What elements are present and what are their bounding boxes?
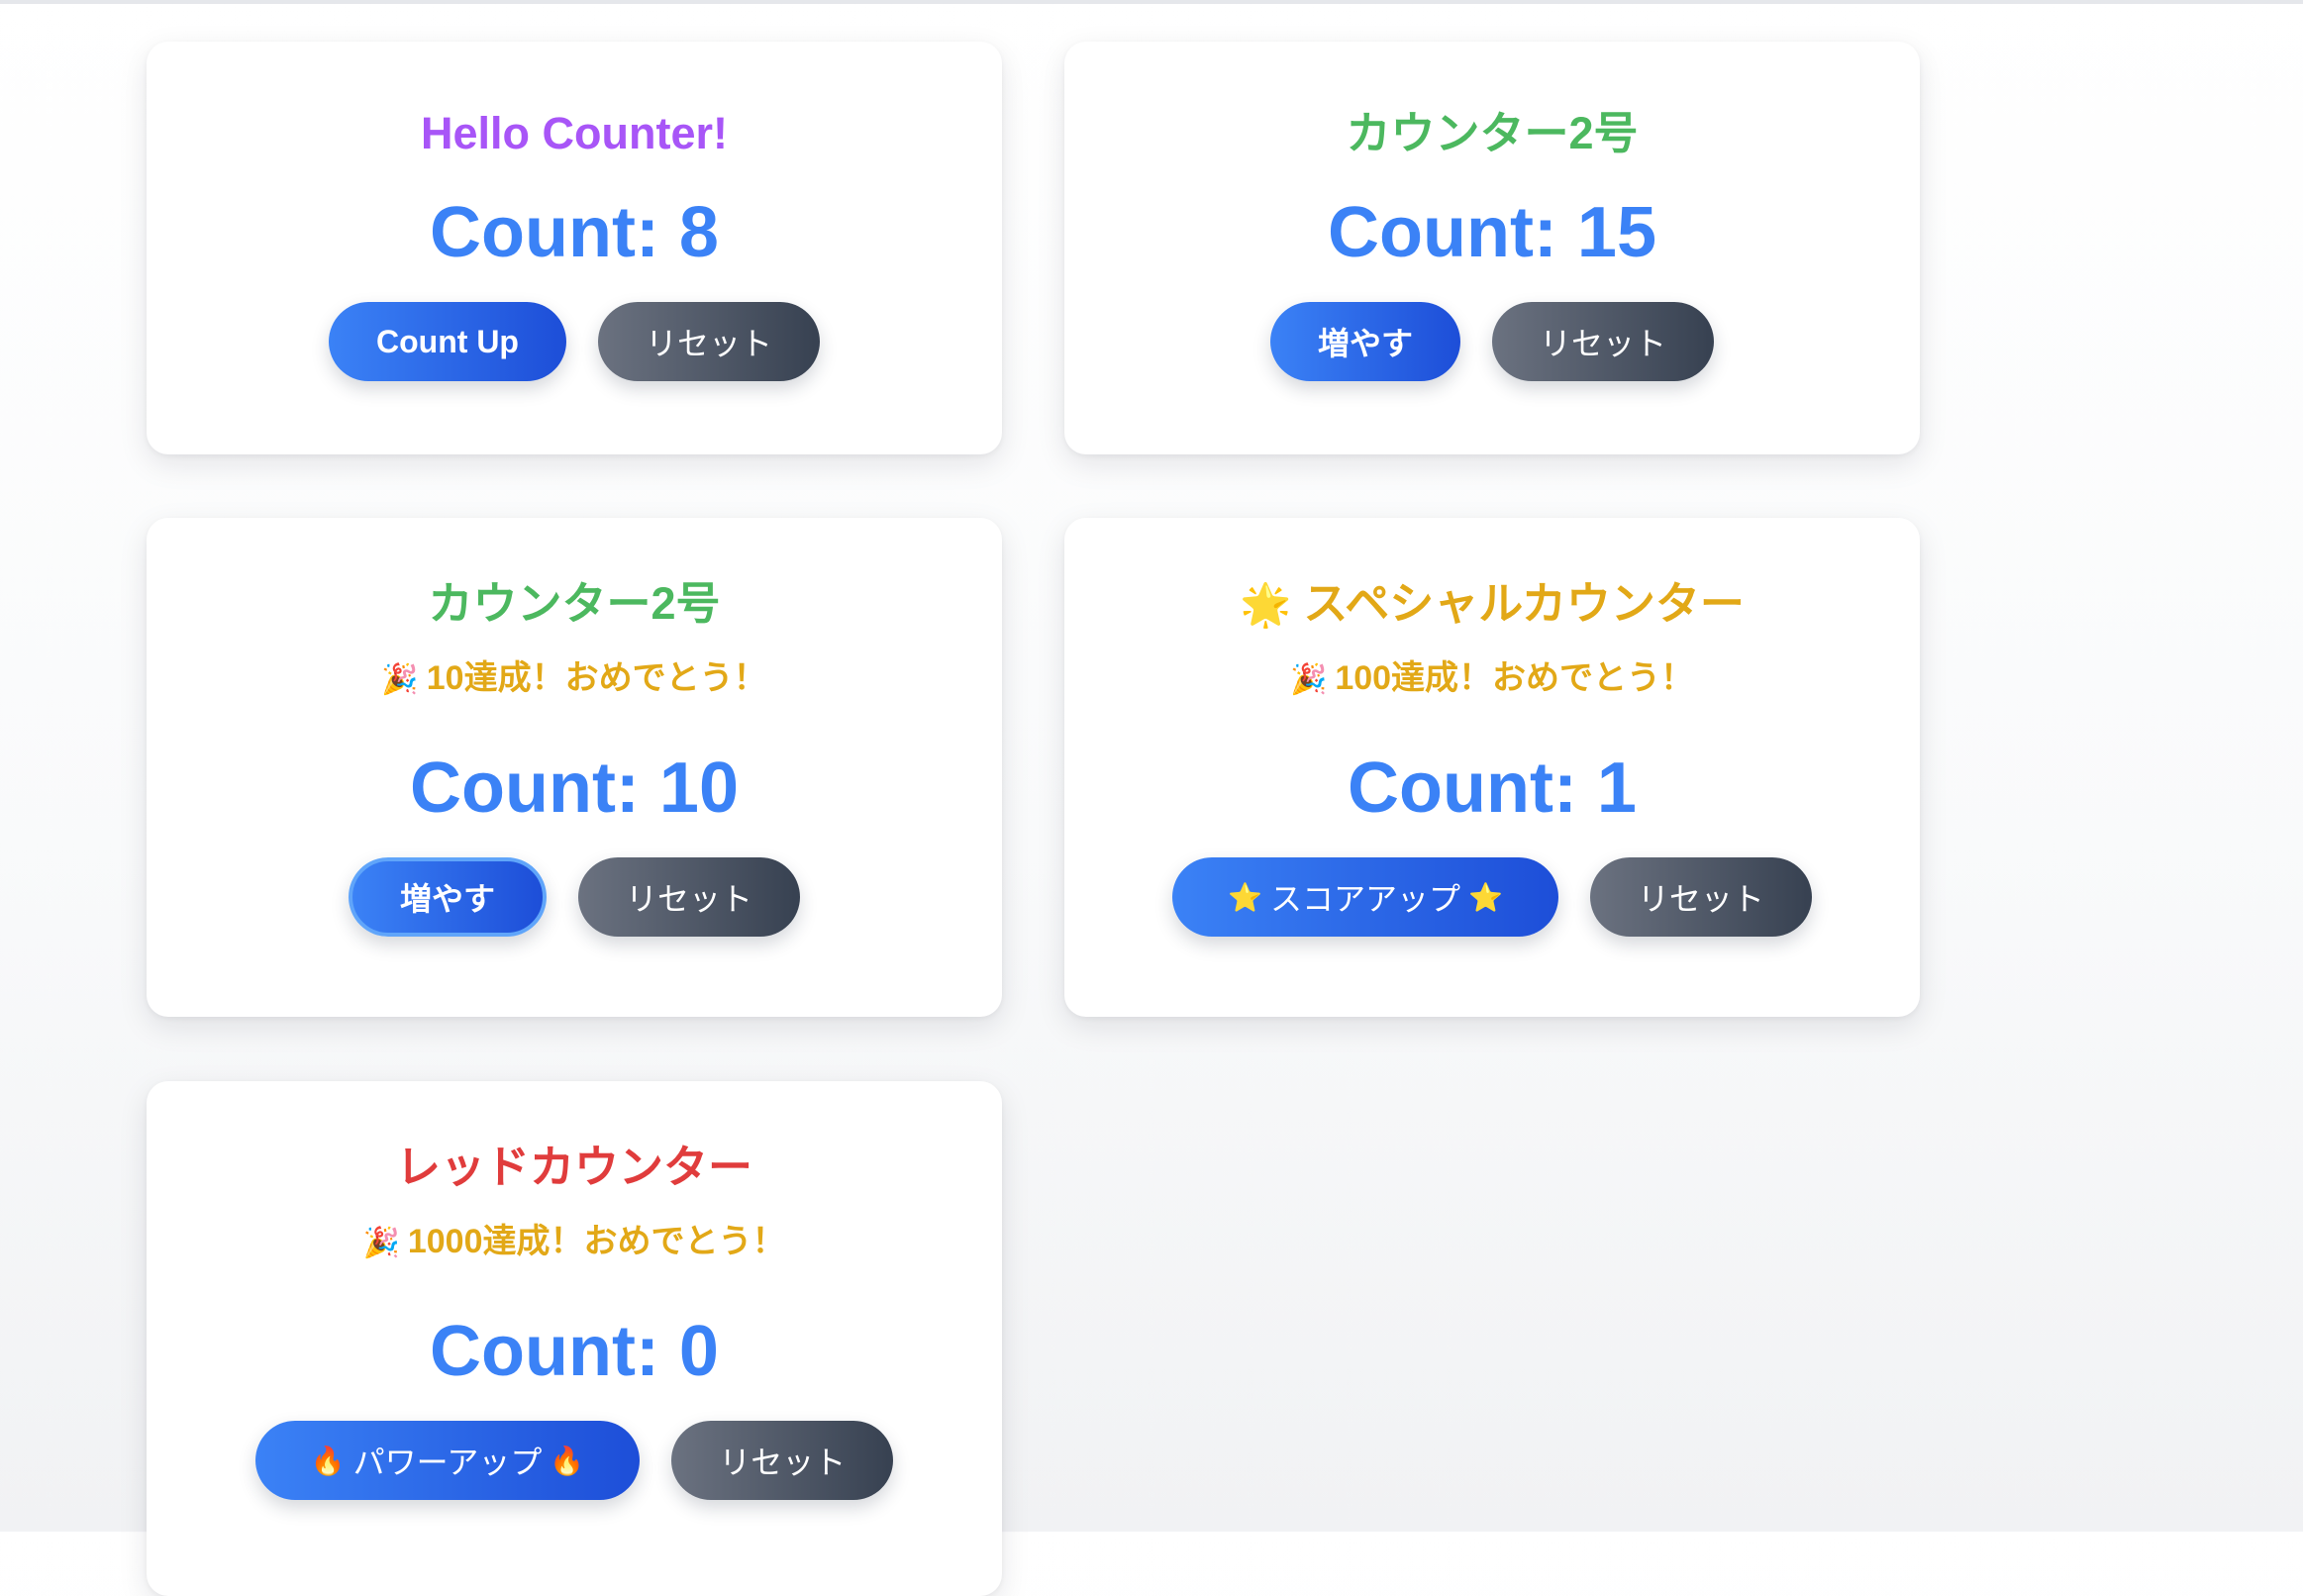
count-display: Count: 0 <box>430 1312 719 1391</box>
fire-icon: 🔥 <box>550 1445 585 1476</box>
milestone-text: 1000達成！おめでとう！ <box>407 1223 786 1260</box>
button-row: 🔥 パワーアップ 🔥 リセット <box>254 1421 894 1500</box>
counter-card-2: カウンター2号 Count: 15 増やす リセット <box>1064 42 1920 454</box>
count-display: Count: 10 <box>410 748 739 828</box>
count-up-button[interactable]: Count Up <box>329 302 566 381</box>
star-icon: ⭐ <box>1468 881 1503 913</box>
counter-title: レッドカウンター <box>395 1142 752 1192</box>
counter-title: カウンター2号 <box>428 578 721 629</box>
star-icon: ⭐ <box>1228 881 1262 913</box>
counter-title-row: 🌟 スペシャルカウンター <box>1240 581 1745 626</box>
count-display: Count: 1 <box>1348 748 1637 828</box>
reset-button[interactable]: リセット <box>1589 857 1812 937</box>
fire-icon: 🔥 <box>310 1445 346 1476</box>
reset-button[interactable]: リセット <box>671 1421 894 1500</box>
button-row: 増やす リセット <box>348 857 801 937</box>
increment-button[interactable]: 増やす <box>348 857 547 937</box>
increment-button[interactable]: 増やす <box>1269 302 1460 381</box>
counter-title: Hello Counter! <box>421 108 728 158</box>
party-popper-icon: 🎉 <box>362 1227 400 1259</box>
power-up-button[interactable]: 🔥 パワーアップ 🔥 <box>254 1421 641 1500</box>
milestone-message: 🎉 10達成！おめでとう！ <box>381 661 766 695</box>
count-display: Count: 8 <box>430 193 719 272</box>
milestone-message: 🎉 1000達成！おめでとう！ <box>363 1225 786 1258</box>
button-row: Count Up リセット <box>329 302 820 381</box>
button-row: ⭐ スコアアップ ⭐ リセット <box>1172 857 1812 937</box>
score-up-label: スコアアップ <box>1269 881 1460 917</box>
counter-card-hello: Hello Counter! Count: 8 Count Up リセット <box>147 42 1002 454</box>
counter-card-special: 🌟 スペシャルカウンター 🎉 100達成！おめでとう！ Count: 1 ⭐ スコアア… <box>1064 518 1920 1017</box>
reset-button[interactable]: リセット <box>578 857 801 937</box>
party-popper-icon: 🎉 <box>1289 663 1328 696</box>
counter-card-2-milestone: カウンター2号 🎉 10達成！おめでとう！ Count: 10 増やす リセット <box>147 518 1002 1017</box>
count-display: Count: 15 <box>1328 193 1656 272</box>
power-up-label: パワーアップ <box>352 1445 543 1480</box>
counter-card-red: レッドカウンター 🎉 1000達成！おめでとう！ Count: 0 🔥 パワーアップ… <box>147 1081 1002 1596</box>
score-up-button[interactable]: ⭐ スコアアップ ⭐ <box>1172 857 1558 937</box>
glowing-star-icon: 🌟 <box>1240 581 1292 628</box>
milestone-message: 🎉 100達成！おめでとう！ <box>1290 661 1694 695</box>
counter-title: カウンター2号 <box>1346 108 1639 158</box>
counter-title: スペシャルカウンター <box>1303 578 1745 629</box>
reset-button[interactable]: リセット <box>1492 302 1715 381</box>
button-row: 増やす リセット <box>1269 302 1715 381</box>
reset-button[interactable]: リセット <box>597 302 820 381</box>
top-divider <box>0 0 2303 4</box>
milestone-text: 100達成！おめでとう！ <box>1335 659 1695 697</box>
milestone-text: 10達成！おめでとう！ <box>426 659 767 697</box>
party-popper-icon: 🎉 <box>381 663 419 696</box>
